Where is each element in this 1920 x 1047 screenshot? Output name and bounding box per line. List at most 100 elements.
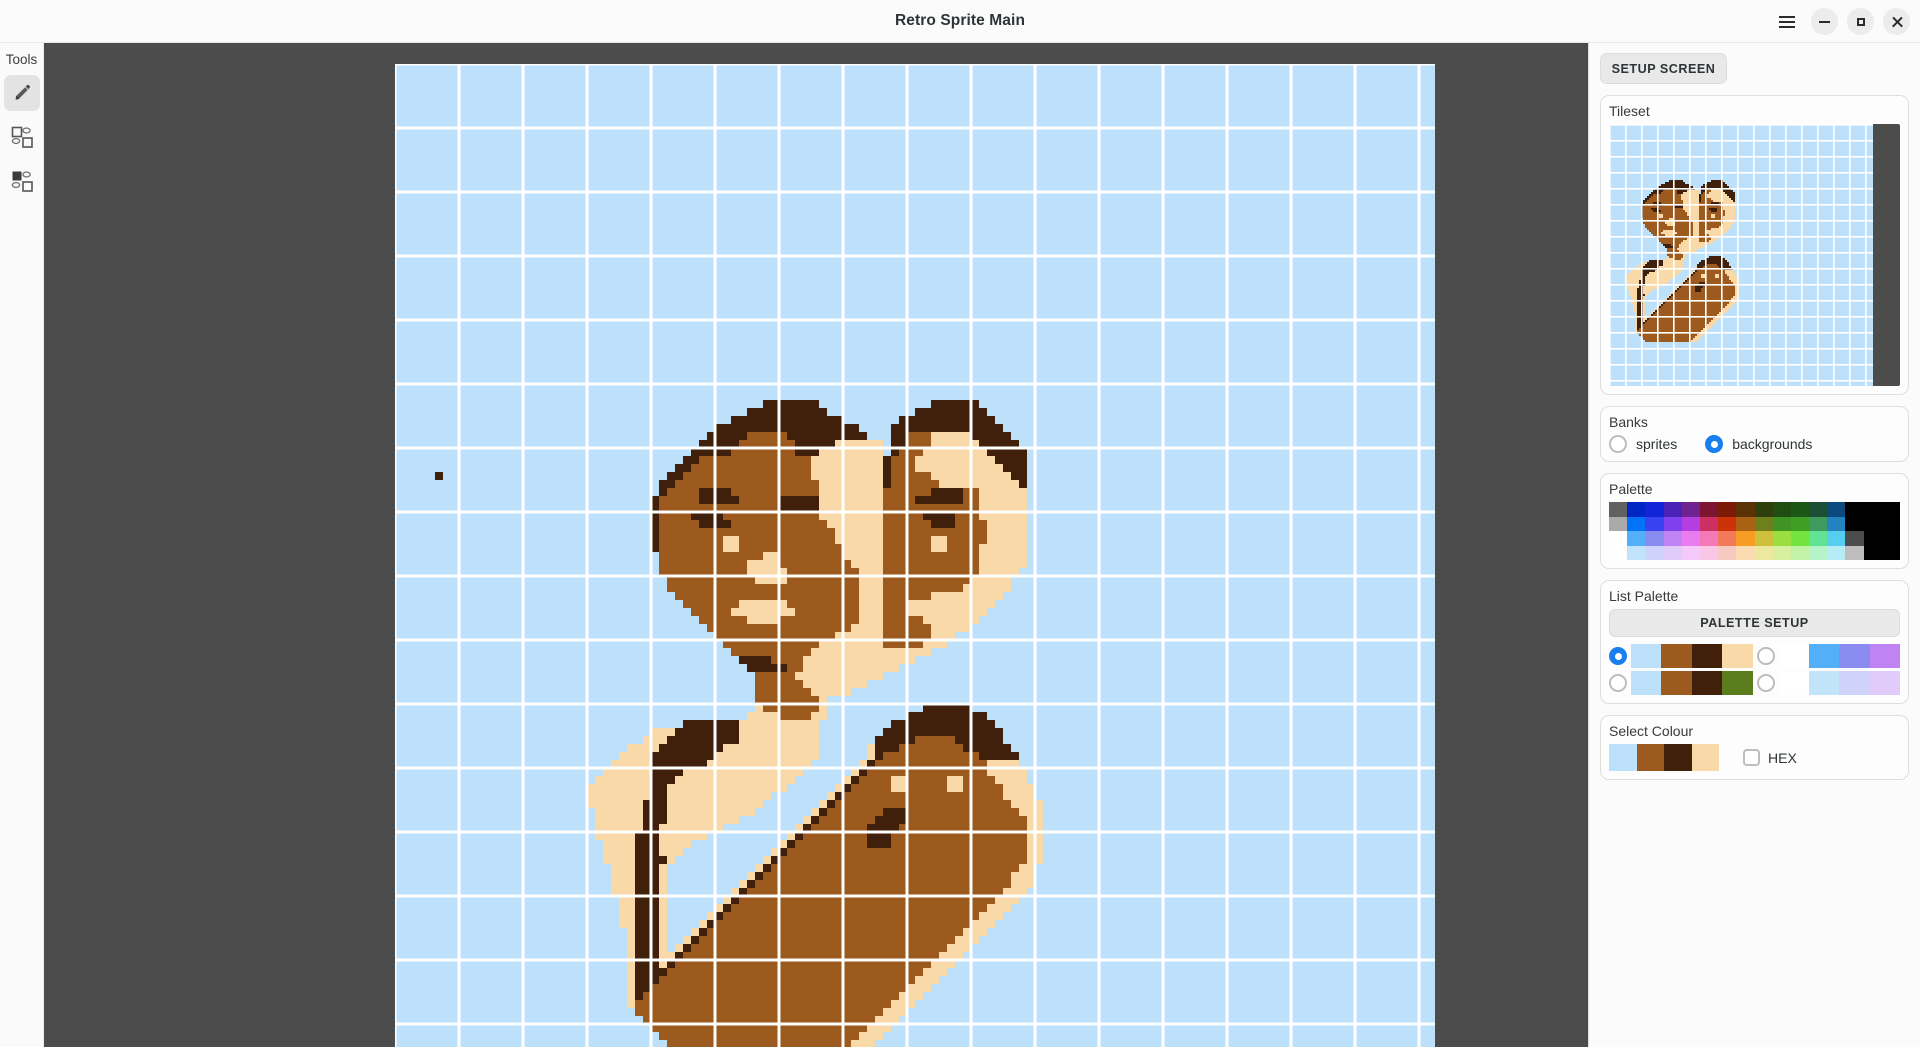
palette-swatch-1-12[interactable]: [1827, 516, 1846, 531]
palette-swatch-0-11[interactable]: [1809, 502, 1828, 517]
hex-toggle[interactable]: HEX: [1743, 749, 1797, 766]
palette-swatch-0-5[interactable]: [1699, 502, 1719, 517]
palette-swatch-3-9[interactable]: [1772, 545, 1791, 560]
palette-swatch-1-6[interactable]: [1718, 516, 1737, 531]
palette-swatch-3-0[interactable]: [1609, 545, 1628, 560]
tileset-preview[interactable]: [1609, 124, 1900, 386]
palette-swatch-0-14[interactable]: [1863, 502, 1882, 517]
palette-swatch-2-10[interactable]: [1790, 531, 1810, 546]
palette-swatch-1-15[interactable]: [1881, 516, 1900, 531]
palette-swatch-3-11[interactable]: [1809, 545, 1828, 560]
palette-swatch-0-7[interactable]: [1736, 502, 1755, 517]
palette-swatch-0-3[interactable]: [1663, 502, 1682, 517]
list-palette-radio-3[interactable]: [1756, 674, 1775, 692]
selected-colour-swatches[interactable]: [1609, 744, 1719, 771]
palette-swatch-0-1[interactable]: [1627, 502, 1646, 517]
palette-swatch-2-11[interactable]: [1809, 531, 1828, 546]
palette-swatch-1-10[interactable]: [1790, 516, 1810, 531]
palette-swatch-1-1[interactable]: [1627, 516, 1646, 531]
palette-swatch-1-9[interactable]: [1772, 516, 1791, 531]
palette-swatch-2-6[interactable]: [1718, 531, 1737, 546]
sprite-canvas[interactable]: [395, 64, 1435, 1047]
palette-swatch-0-6[interactable]: [1718, 502, 1737, 517]
list-palette-entry-0[interactable]: [1609, 644, 1753, 668]
swatch-1[interactable]: [1808, 644, 1840, 668]
palette-swatch-3-4[interactable]: [1681, 545, 1700, 560]
palette-swatch-3-8[interactable]: [1754, 545, 1773, 560]
palette-swatch-2-14[interactable]: [1863, 531, 1882, 546]
radio-sprites[interactable]: [1609, 435, 1627, 453]
palette-swatch-1-5[interactable]: [1699, 516, 1719, 531]
swatch-2[interactable]: [1839, 644, 1870, 668]
palette-swatch-0-12[interactable]: [1827, 502, 1846, 517]
palette-grid[interactable]: [1609, 502, 1900, 560]
palette-swatch-1-13[interactable]: [1845, 516, 1864, 531]
swatch-0[interactable]: [1778, 644, 1809, 668]
swatch-2[interactable]: [1839, 671, 1870, 695]
palette-swatch-1-2[interactable]: [1645, 516, 1664, 531]
list-palette-swatches-3[interactable]: [1778, 671, 1900, 695]
swatch-1[interactable]: [1661, 644, 1692, 668]
sprite-canvas-surface[interactable]: [395, 64, 1435, 1047]
swatch-3[interactable]: [1722, 644, 1753, 668]
palette-swatch-2-12[interactable]: [1827, 531, 1846, 546]
radio-backgrounds-label[interactable]: backgrounds: [1732, 436, 1812, 452]
palette-swatch-2-1[interactable]: [1627, 531, 1646, 546]
palette-swatch-2-3[interactable]: [1663, 531, 1682, 546]
palette-swatch-1-3[interactable]: [1663, 516, 1682, 531]
minimize-button[interactable]: [1811, 8, 1838, 35]
palette-swatch-3-15[interactable]: [1881, 545, 1900, 560]
palette-swatch-3-10[interactable]: [1790, 545, 1810, 560]
select-colour-swatch-3[interactable]: [1691, 744, 1719, 771]
palette-setup-button[interactable]: PALETTE SETUP: [1609, 609, 1900, 637]
palette-swatch-0-9[interactable]: [1772, 502, 1791, 517]
swatch-3[interactable]: [1722, 671, 1753, 695]
palette-swatch-3-13[interactable]: [1845, 545, 1864, 560]
palette-swatch-2-5[interactable]: [1699, 531, 1719, 546]
palette-swatch-2-2[interactable]: [1645, 531, 1664, 546]
palette-swatch-3-3[interactable]: [1663, 545, 1682, 560]
radio-sprites-label[interactable]: sprites: [1636, 436, 1677, 452]
palette-swatch-0-8[interactable]: [1754, 502, 1773, 517]
palette-swatch-1-0[interactable]: [1609, 516, 1628, 531]
swatch-0[interactable]: [1631, 644, 1662, 668]
palette-swatch-0-4[interactable]: [1681, 502, 1700, 517]
swatch-1[interactable]: [1661, 671, 1692, 695]
palette-swatch-1-14[interactable]: [1863, 516, 1882, 531]
setup-screen-button[interactable]: SETUP SCREEN: [1600, 53, 1727, 84]
palette-swatch-2-0[interactable]: [1609, 531, 1628, 546]
tilemap-tool[interactable]: [4, 119, 40, 155]
palette-swatch-0-13[interactable]: [1845, 502, 1864, 517]
select-colour-swatch-0[interactable]: [1609, 744, 1637, 771]
swatch-1[interactable]: [1808, 671, 1840, 695]
palette-swatch-1-4[interactable]: [1681, 516, 1700, 531]
radio-backgrounds[interactable]: [1705, 435, 1724, 453]
swatch-2[interactable]: [1691, 671, 1723, 695]
swatch-3[interactable]: [1869, 671, 1900, 695]
swatch-0[interactable]: [1631, 671, 1662, 695]
palette-swatch-3-6[interactable]: [1718, 545, 1737, 560]
hex-checkbox[interactable]: [1743, 749, 1760, 766]
palette-swatch-2-4[interactable]: [1681, 531, 1700, 546]
list-palette-swatches-1[interactable]: [1631, 671, 1753, 695]
palette-swatch-0-0[interactable]: [1609, 502, 1628, 517]
palette-swatch-1-7[interactable]: [1736, 516, 1755, 531]
list-palette-entry-2[interactable]: [1756, 644, 1900, 668]
close-button[interactable]: [1883, 8, 1910, 35]
select-colour-swatch-2[interactable]: [1664, 744, 1692, 771]
list-palette-swatches-0[interactable]: [1631, 644, 1753, 668]
pencil-tool[interactable]: [3, 75, 40, 111]
palette-swatch-3-14[interactable]: [1863, 545, 1882, 560]
palette-swatch-3-1[interactable]: [1627, 545, 1646, 560]
palette-swatch-2-8[interactable]: [1754, 531, 1773, 546]
palette-swatch-2-7[interactable]: [1736, 531, 1755, 546]
menu-button[interactable]: [1772, 8, 1802, 35]
list-palette-swatches-2[interactable]: [1778, 644, 1900, 668]
tile-fill-tool[interactable]: [4, 163, 40, 199]
maximize-button[interactable]: [1847, 8, 1874, 35]
palette-swatch-3-2[interactable]: [1645, 545, 1664, 560]
palette-swatch-1-8[interactable]: [1754, 516, 1773, 531]
select-colour-swatch-1[interactable]: [1636, 744, 1664, 771]
list-palette-radio-1[interactable]: [1609, 674, 1627, 692]
swatch-0[interactable]: [1778, 671, 1809, 695]
